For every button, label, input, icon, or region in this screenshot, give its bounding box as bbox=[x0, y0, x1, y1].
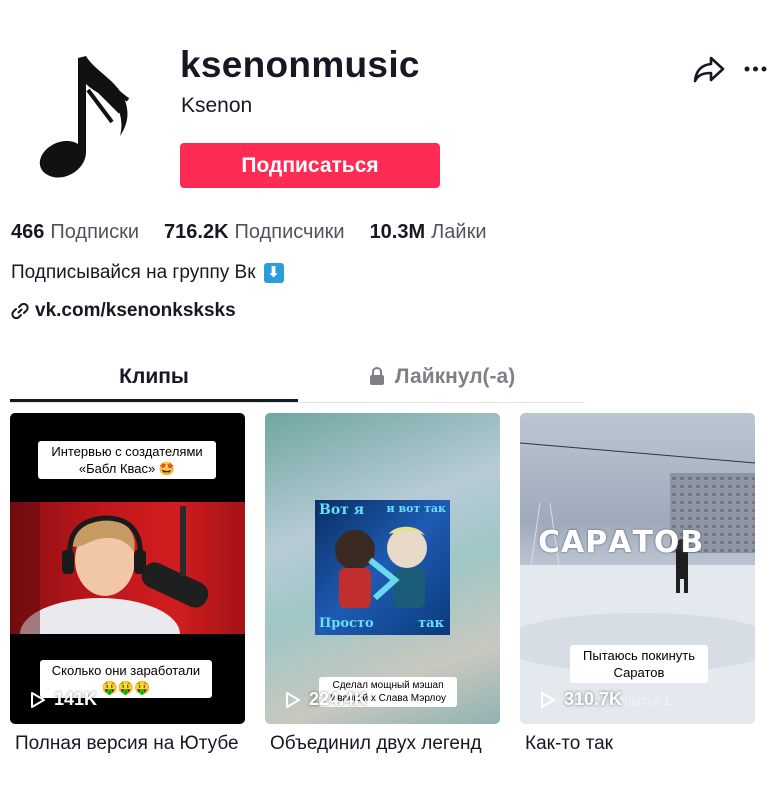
tab-liked[interactable]: Лайкнул(-а) bbox=[298, 354, 586, 400]
video-description[interactable]: Полная версия на Ютубе bbox=[15, 733, 250, 755]
video-thumbnail bbox=[10, 502, 245, 634]
stat-value: 466 bbox=[11, 221, 45, 243]
video-card[interactable]: САРАТОВ Пытаюсь покинуть Саратов попытка… bbox=[520, 413, 755, 724]
username: ksenonmusic bbox=[180, 44, 420, 85]
play-count-value: 224.4K bbox=[309, 689, 368, 709]
stat-value: 10.3M bbox=[369, 221, 426, 243]
cover-text: Вот я bbox=[319, 502, 365, 518]
stat-followers[interactable]: 716.2K Подписчики bbox=[164, 221, 345, 244]
stat-likes: 10.3M Лайки bbox=[370, 221, 487, 244]
video-caption: Пытаюсь покинуть Саратов bbox=[570, 645, 708, 683]
video-description[interactable]: Как-то так bbox=[525, 733, 760, 755]
play-count-value: 141K bbox=[54, 689, 98, 709]
video-card[interactable]: Интервью с создателями «Бабл Квас» 🤩 Ско… bbox=[10, 413, 245, 724]
video-thumbnail: Вот я и вот так Просто так bbox=[315, 500, 450, 635]
play-icon bbox=[541, 691, 555, 708]
cover-text: так bbox=[418, 616, 444, 631]
stat-label: Лайки bbox=[431, 221, 487, 243]
tab-videos[interactable]: Клипы bbox=[10, 354, 298, 402]
tab-label: Клипы bbox=[119, 365, 189, 388]
lock-icon bbox=[369, 367, 384, 385]
bio-text: Подписывайся на группу Вк bbox=[11, 262, 256, 283]
share-icon[interactable] bbox=[693, 54, 725, 84]
music-note-icon bbox=[39, 56, 86, 178]
down-arrow-emoji: ⬇ bbox=[263, 263, 284, 283]
play-count: 141K bbox=[30, 689, 97, 710]
cover-text: Просто bbox=[319, 616, 374, 631]
play-icon bbox=[31, 691, 45, 708]
link-icon bbox=[11, 302, 29, 320]
stat-value: 716.2K bbox=[164, 221, 229, 243]
avatar[interactable] bbox=[20, 40, 150, 180]
profile-link[interactable]: vk.com/ksenonksksks bbox=[11, 300, 236, 322]
stat-label: Подписчики bbox=[234, 221, 345, 243]
stat-following[interactable]: 466 Подписки bbox=[11, 221, 139, 244]
tab-label: Лайкнул(-а) bbox=[394, 365, 516, 388]
video-card[interactable]: Вот я и вот так Просто так Сделал мощный… bbox=[265, 413, 500, 724]
bio: Подписывайся на группу Вк ⬇ bbox=[11, 262, 284, 284]
play-icon bbox=[286, 691, 300, 708]
nickname: Ksenon bbox=[181, 94, 253, 117]
play-count: 310.7K bbox=[540, 689, 622, 710]
follow-button[interactable]: Подписаться bbox=[180, 143, 440, 188]
play-count: 224.4K bbox=[285, 689, 367, 710]
city-sign: САРАТОВ bbox=[538, 525, 705, 560]
profile-stats: 466 Подписки 716.2K Подписчики 10.3M Лайки bbox=[11, 221, 512, 244]
link-text: vk.com/ksenonksksks bbox=[35, 300, 236, 321]
more-options-icon[interactable] bbox=[744, 64, 767, 74]
cover-text: и вот так bbox=[386, 502, 446, 515]
stat-label: Подписки bbox=[50, 221, 140, 243]
content-tabs: Клипы Лайкнул(-а) bbox=[10, 354, 585, 403]
play-count-value: 310.7K bbox=[564, 689, 623, 709]
video-caption: Интервью с создателями «Бабл Квас» 🤩 bbox=[38, 441, 216, 479]
video-description[interactable]: Объединил двух легенд bbox=[270, 733, 505, 755]
